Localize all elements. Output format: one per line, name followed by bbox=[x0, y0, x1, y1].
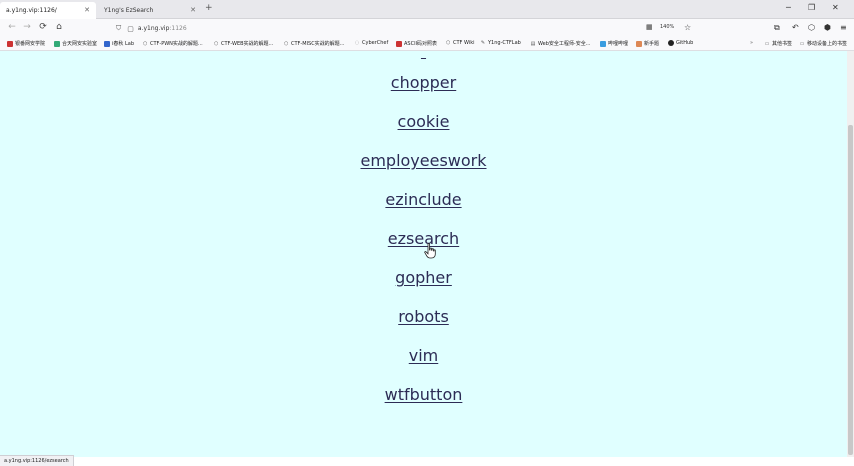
bookmark-icon: ⬡ bbox=[283, 40, 289, 47]
bookmark-item[interactable]: ▤ Web安全工程师-安全... bbox=[530, 40, 591, 48]
back-button[interactable]: ← bbox=[6, 22, 18, 32]
tab-label: a.y1ng.vip:1126/ bbox=[6, 7, 57, 14]
list-item: robots bbox=[0, 307, 847, 326]
bookmark-item[interactable]: 银番网安学院 bbox=[7, 40, 45, 47]
github-icon bbox=[668, 40, 674, 46]
folder-icon: ▭ bbox=[799, 40, 805, 47]
bookmark-item[interactable]: ⬡ CTF Wiki bbox=[445, 40, 475, 46]
nav-toolbar: ← → ⟳ ⌂ ⛉ ▢ a.y1ng.vip:1126 ▦ 140% ☆ ⧉ ↶… bbox=[0, 19, 854, 38]
bookmark-folder[interactable]: ▭ 其他书签 bbox=[764, 40, 792, 48]
list-item: chopper bbox=[0, 73, 847, 92]
shield-extension-icon[interactable]: ⬢ bbox=[824, 23, 831, 32]
bookmark-item[interactable]: ⬡ CTF-PWN实战的解题... bbox=[142, 40, 203, 48]
forward-button[interactable]: → bbox=[21, 22, 33, 32]
bookmark-icon bbox=[396, 40, 402, 47]
link-robots[interactable]: robots bbox=[398, 307, 449, 326]
extension-icon[interactable]: ⬡ bbox=[808, 23, 815, 32]
bookmark-item[interactable]: 哔哩哔哩 bbox=[600, 40, 628, 47]
bookmark-icon: ▤ bbox=[530, 40, 536, 47]
close-tab-icon[interactable]: ✕ bbox=[84, 6, 90, 14]
home-button[interactable]: ⌂ bbox=[53, 22, 65, 32]
reload-button[interactable]: ⟳ bbox=[37, 22, 49, 32]
bookmark-icon bbox=[104, 40, 110, 47]
link-gopher[interactable]: gopher bbox=[395, 268, 452, 287]
vertical-scrollbar[interactable] bbox=[847, 51, 854, 457]
list-item: ezinclude bbox=[0, 190, 847, 209]
hand-cursor-icon bbox=[424, 243, 436, 259]
list-item: vim bbox=[0, 346, 847, 365]
bookmark-icon: ⬡ bbox=[142, 40, 148, 47]
bookmark-icon bbox=[600, 40, 606, 47]
tab-inactive[interactable]: Y1ng's EzSearch ✕ bbox=[98, 2, 202, 19]
link-partial[interactable] bbox=[421, 51, 426, 60]
maximize-icon[interactable]: ❐ bbox=[808, 3, 815, 12]
bookmark-item[interactable]: 新手题 bbox=[636, 40, 659, 47]
bookmark-icon: ✎ bbox=[480, 40, 486, 46]
bookmark-item[interactable]: ASCII码对照表 bbox=[396, 40, 437, 47]
tab-active[interactable]: a.y1ng.vip:1126/ ✕ bbox=[0, 2, 96, 19]
undo-icon[interactable]: ↶ bbox=[792, 23, 799, 32]
bookmark-item[interactable]: ◌ CyberChef bbox=[354, 40, 388, 46]
tab-strip: a.y1ng.vip:1126/ ✕ Y1ng's EzSearch ✕ + ─… bbox=[0, 0, 854, 19]
url-bar[interactable]: ⛉ ▢ a.y1ng.vip:1126 bbox=[116, 21, 696, 36]
zoom-level[interactable]: 140% bbox=[660, 24, 674, 30]
bookmark-icon: ⬡ bbox=[445, 40, 451, 46]
bookmark-folder[interactable]: ▭ 移动设备上的书签 bbox=[799, 40, 847, 48]
list-item: cookie bbox=[0, 112, 847, 131]
bookmark-star-icon[interactable]: ☆ bbox=[684, 23, 691, 32]
bookmark-item[interactable]: ⬡ CTF-WEB实战的解题... bbox=[213, 40, 274, 48]
scrollbar-thumb[interactable] bbox=[848, 125, 853, 455]
new-tab-button[interactable]: + bbox=[205, 3, 213, 13]
bookmark-icon bbox=[7, 40, 13, 47]
window-close-icon[interactable]: ✕ bbox=[832, 3, 839, 12]
link-vim[interactable]: vim bbox=[409, 346, 439, 365]
bookmark-item[interactable]: 合天网安实验室 bbox=[54, 40, 97, 47]
bookmark-icon: ⬡ bbox=[213, 40, 219, 47]
more-bookmarks-chevron-icon[interactable]: » bbox=[750, 40, 753, 46]
bookmark-icon: ◌ bbox=[354, 40, 360, 46]
minimize-icon[interactable]: ─ bbox=[786, 3, 791, 12]
bookmark-item[interactable]: GitHub bbox=[668, 40, 693, 46]
bookmarks-bar: 银番网安学院 合天网安实验室 i春秋 Lab ⬡ CTF-PWN实战的解题... … bbox=[0, 38, 854, 51]
link-ezinclude[interactable]: ezinclude bbox=[385, 190, 461, 209]
bookmark-icon bbox=[54, 40, 60, 47]
bookmark-item[interactable]: ✎ Y1ng-CTFLab bbox=[480, 40, 521, 46]
tab-label: Y1ng's EzSearch bbox=[104, 7, 154, 14]
status-bar-url: a.y1ng.vip:1126/ezsearch bbox=[0, 455, 74, 466]
link-wtfbutton[interactable]: wtfbutton bbox=[385, 385, 463, 404]
bookmark-item[interactable]: ⬡ CTF-MISC实战的解题... bbox=[283, 40, 345, 48]
list-item: employeeswork bbox=[0, 151, 847, 170]
page-info-icon[interactable]: ▢ bbox=[127, 25, 134, 33]
close-tab-icon[interactable]: ✕ bbox=[190, 6, 196, 14]
list-item bbox=[0, 51, 847, 60]
list-item: wtfbutton bbox=[0, 385, 847, 404]
bookmark-icon bbox=[636, 40, 642, 47]
list-item: gopher bbox=[0, 268, 847, 287]
shield-icon[interactable]: ⛉ bbox=[116, 24, 121, 33]
bookmark-item[interactable]: i春秋 Lab bbox=[104, 40, 134, 47]
menu-icon[interactable]: ≡ bbox=[840, 23, 847, 32]
qr-icon[interactable]: ▦ bbox=[646, 23, 653, 31]
folder-icon: ▭ bbox=[764, 40, 770, 47]
link-chopper[interactable]: chopper bbox=[391, 73, 456, 92]
url-text: a.y1ng.vip:1126 bbox=[137, 25, 187, 32]
link-employeeswork[interactable]: employeeswork bbox=[360, 151, 486, 170]
screenshot-icon[interactable]: ⧉ bbox=[774, 23, 780, 33]
link-cookie[interactable]: cookie bbox=[398, 112, 450, 131]
